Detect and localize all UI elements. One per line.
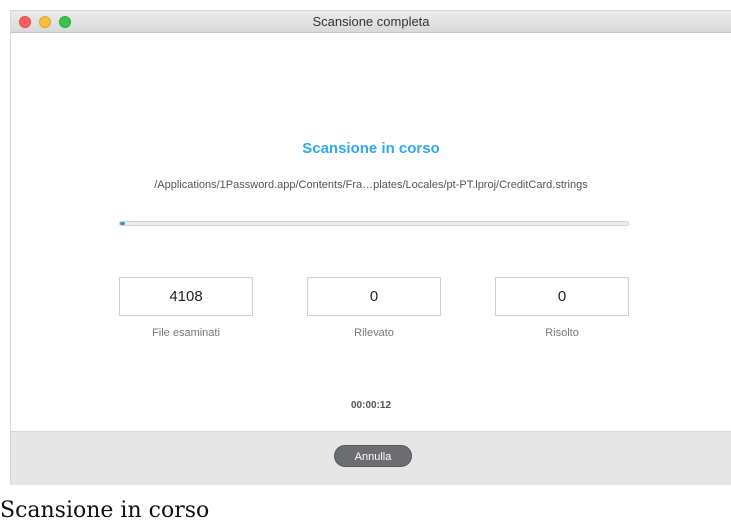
- elapsed-timer: 00:00:12: [350, 400, 392, 411]
- detected-value: 0: [307, 277, 441, 316]
- scan-progress-bar: [119, 221, 629, 226]
- files-examined-label: File esaminati: [152, 327, 220, 339]
- files-examined-value: 4108: [119, 277, 253, 316]
- current-file-path: /Applications/1Password.app/Contents/Fra…: [154, 179, 588, 191]
- resolved-value: 0: [495, 277, 629, 316]
- footer-bar: Annulla: [11, 431, 731, 485]
- scan-window: Scansione completa Scansione in corso /A…: [10, 10, 731, 485]
- scan-progress-fill: [120, 222, 126, 225]
- page-caption: Scansione in corso: [0, 498, 210, 523]
- title-bar[interactable]: Scansione completa: [11, 11, 731, 33]
- detected-label: Rilevato: [354, 327, 394, 339]
- resolved-label: Risolto: [545, 327, 579, 339]
- window-title: Scansione completa: [312, 14, 430, 29]
- cancel-button[interactable]: Annulla: [334, 445, 412, 467]
- scan-heading: Scansione in corso: [302, 140, 440, 157]
